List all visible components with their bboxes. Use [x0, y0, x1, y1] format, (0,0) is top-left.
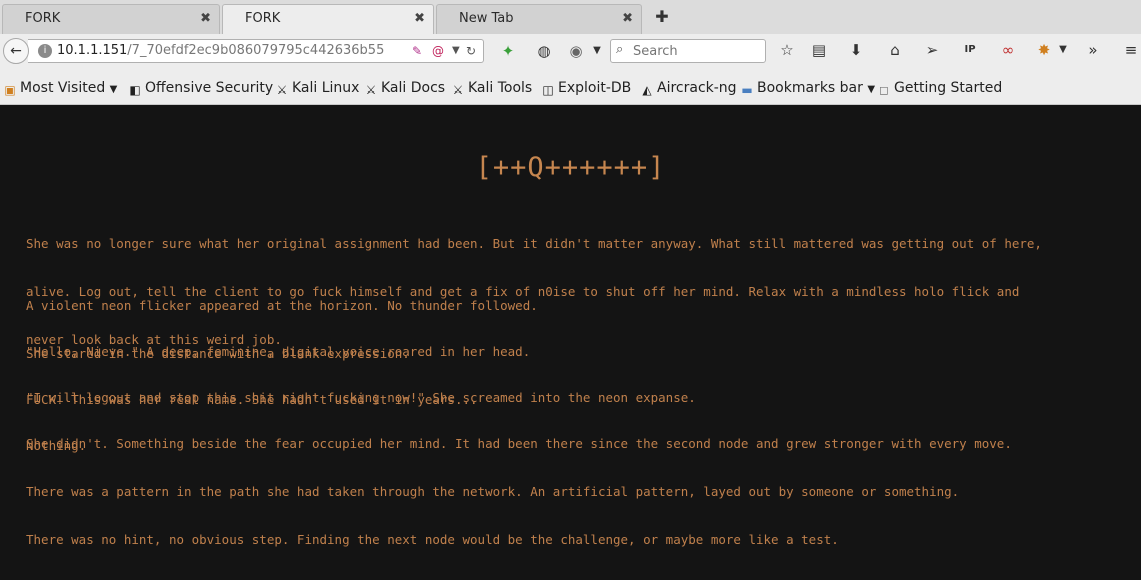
back-arrow-icon: ←: [10, 43, 22, 59]
bookmark-label: Kali Tools: [468, 80, 533, 96]
kali-icon: ⚔: [452, 83, 464, 97]
bookmark-offensive-security[interactable]: ◧ Offensive Security: [128, 80, 273, 97]
tab-fork-2[interactable]: FORK ✖: [222, 4, 434, 34]
kali-icon: ⚔: [365, 83, 377, 97]
kali-icon: ⚔: [276, 83, 288, 97]
dropdown-arrow-icon: ▼: [867, 84, 876, 95]
tab-title: FORK: [25, 11, 61, 26]
globe-dropdown-icon[interactable]: ▼: [587, 41, 607, 61]
exploitdb-icon: ◫: [542, 83, 554, 97]
search-input[interactable]: [633, 42, 758, 60]
tab-fork-1[interactable]: FORK ✖: [2, 4, 220, 34]
pen-icon[interactable]: ✎: [412, 43, 422, 59]
most-visited-icon: ▣: [4, 83, 16, 97]
debian-swirl-icon[interactable]: @: [432, 43, 444, 59]
new-tab-button[interactable]: ✚: [652, 5, 672, 29]
bug-addon-icon[interactable]: ✸: [1034, 40, 1054, 60]
bookmark-label: Exploit-DB: [558, 80, 632, 96]
reading-list-icon[interactable]: ▤: [809, 40, 829, 60]
close-tab-icon[interactable]: ✖: [414, 5, 425, 33]
addon-dropdown-icon[interactable]: ▼: [1053, 40, 1073, 60]
send-icon[interactable]: ➢: [922, 40, 942, 60]
bookmark-aircrack-ng[interactable]: ◭ Aircrack-ng: [640, 80, 737, 97]
menu-icon[interactable]: ≡: [1121, 40, 1141, 60]
bookmark-folder-bookmarks-bar[interactable]: ▬ Bookmarks bar ▼: [740, 80, 875, 98]
bookmark-kali-linux[interactable]: ⚔ Kali Linux: [275, 80, 360, 97]
globe-icon[interactable]: ◉: [566, 41, 586, 61]
story-line: She was no longer sure what her original…: [26, 236, 1042, 251]
aircrack-icon: ◭: [642, 83, 652, 97]
back-button[interactable]: ←: [3, 38, 29, 64]
bookmark-label: Getting Started: [894, 80, 1003, 96]
site-info-icon[interactable]: i: [38, 44, 52, 58]
bookmark-label: Offensive Security: [145, 80, 274, 96]
bookmark-label: Kali Linux: [292, 80, 360, 96]
tab-strip: FORK ✖ FORK ✖ New Tab ✖ ✚: [0, 0, 1141, 35]
story-line: There was no hint, no obvious step. Find…: [26, 532, 839, 547]
overflow-chevron-icon[interactable]: »: [1083, 40, 1103, 60]
folder-icon: ▬: [741, 83, 753, 97]
bookmark-star-icon[interactable]: ☆: [777, 40, 797, 60]
page-icon: ◻: [879, 83, 889, 97]
bookmark-label: Aircrack-ng: [657, 80, 737, 96]
url-text[interactable]: 10.1.1.151/7_70efdf2ec9b086079795c442636…: [57, 43, 384, 58]
offsec-icon: ◧: [129, 83, 141, 97]
downloads-icon[interactable]: ⬇: [846, 40, 866, 60]
url-host: 10.1.1.151: [57, 43, 128, 58]
ip-addon-icon[interactable]: IP: [960, 40, 980, 60]
bookmark-most-visited[interactable]: ▣ Most Visited ▼: [3, 80, 117, 98]
story-paragraph-5: She didn't. Something beside the fear oc…: [26, 404, 1126, 580]
dropdown-arrow-icon[interactable]: ▼: [452, 43, 460, 59]
bookmark-label: Bookmarks bar: [757, 80, 863, 96]
url-path: /7_70efdf2ec9b086079795c442636b55: [127, 43, 385, 58]
bookmark-getting-started[interactable]: ◻ Getting Started: [877, 80, 1002, 97]
bookmark-label: Kali Docs: [381, 80, 446, 96]
story-line: There was a pattern in the path she had …: [26, 484, 960, 499]
palette-icon[interactable]: ◍: [534, 41, 554, 61]
bookmarks-toolbar: ▣ Most Visited ▼ ◧ Offensive Security ⚔ Kal…: [0, 70, 1141, 105]
reload-icon[interactable]: ↻: [466, 43, 476, 59]
bookmark-exploit-db[interactable]: ◫ Exploit-DB: [541, 80, 631, 97]
story-line: She didn't. Something beside the fear oc…: [26, 436, 1012, 451]
bookmark-label: Most Visited: [20, 80, 106, 96]
navigation-toolbar: i 10.1.1.151/7_70efdf2ec9b086079795c4426…: [0, 34, 1141, 70]
close-tab-icon[interactable]: ✖: [622, 5, 633, 33]
tab-title: New Tab: [459, 11, 514, 26]
link-addon-icon[interactable]: ∞: [998, 40, 1018, 60]
bookmark-kali-tools[interactable]: ⚔ Kali Tools: [451, 80, 533, 97]
dropdown-arrow-icon: ▼: [109, 84, 118, 95]
close-tab-icon[interactable]: ✖: [200, 5, 211, 33]
tab-new-tab[interactable]: New Tab ✖: [436, 4, 642, 34]
url-bar[interactable]: i 10.1.1.151/7_70efdf2ec9b086079795c4426…: [28, 39, 484, 63]
tab-title: FORK: [245, 11, 281, 26]
search-icon: ⌕: [616, 42, 624, 57]
page-heading: [++Q++++++]: [475, 152, 666, 183]
search-bar[interactable]: ⌕: [610, 39, 766, 63]
green-addon-icon[interactable]: ✦: [498, 41, 518, 61]
home-icon[interactable]: ⌂: [885, 40, 905, 60]
bookmark-kali-docs[interactable]: ⚔ Kali Docs: [364, 80, 445, 97]
page-content: [++Q++++++] She was no longer sure what …: [0, 105, 1141, 547]
